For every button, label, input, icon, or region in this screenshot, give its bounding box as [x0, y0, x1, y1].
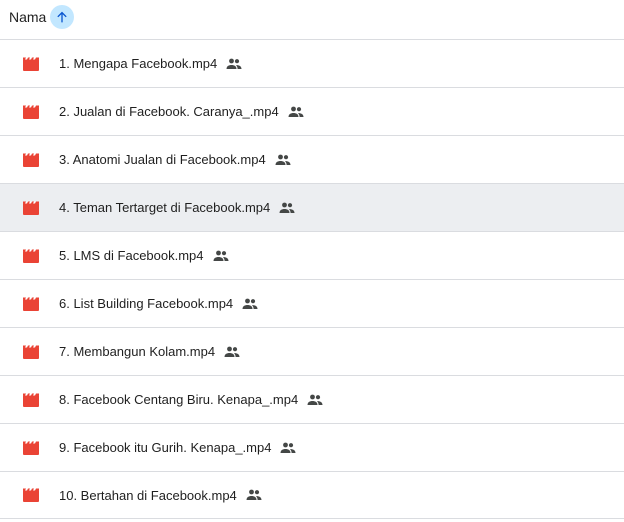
video-file-icon	[22, 296, 40, 312]
file-row[interactable]: 7. Membangun Kolam.mp4	[0, 327, 624, 375]
file-name: 6. List Building Facebook.mp4	[59, 296, 234, 311]
shared-people-icon	[224, 346, 240, 358]
shared-people-icon	[275, 154, 291, 166]
file-row[interactable]: 2. Jualan di Facebook. Caranya_.mp4	[0, 87, 624, 135]
file-name: 4. Teman Tertarget di Facebook.mp4	[59, 200, 271, 215]
name-column-label[interactable]: Nama	[9, 9, 46, 25]
shared-people-icon	[279, 202, 295, 214]
file-row[interactable]: 6. List Building Facebook.mp4	[0, 279, 624, 327]
video-file-icon	[22, 248, 40, 264]
video-file-icon	[22, 200, 40, 216]
video-file-icon	[22, 152, 40, 168]
file-name: 8. Facebook Centang Biru. Kenapa_.mp4	[59, 392, 299, 407]
shared-people-icon	[307, 394, 323, 406]
file-row[interactable]: 3. Anatomi Jualan di Facebook.mp4	[0, 135, 624, 183]
file-name: 5. LMS di Facebook.mp4	[59, 248, 204, 263]
video-file-icon	[22, 344, 40, 360]
video-file-icon	[22, 392, 40, 408]
file-row[interactable]: 4. Teman Tertarget di Facebook.mp4	[0, 183, 624, 231]
column-header: Nama	[0, 0, 624, 34]
shared-people-icon	[213, 250, 229, 262]
shared-people-icon	[226, 58, 242, 70]
file-name: 7. Membangun Kolam.mp4	[59, 344, 216, 359]
shared-people-icon	[242, 298, 258, 310]
file-name: 10. Bertahan di Facebook.mp4	[59, 487, 237, 503]
video-file-icon	[22, 440, 40, 456]
file-row[interactable]: 9. Facebook itu Gurih. Kenapa_.mp4	[0, 423, 624, 471]
file-row[interactable]: 10. Bertahan di Facebook.mp4	[0, 471, 624, 519]
file-name: 2. Jualan di Facebook. Caranya_.mp4	[59, 104, 279, 119]
file-name: 9. Facebook itu Gurih. Kenapa_.mp4	[59, 440, 272, 455]
file-name: 1. Mengapa Facebook.mp4	[59, 56, 218, 71]
file-row[interactable]: 5. LMS di Facebook.mp4	[0, 231, 624, 279]
file-list: 1. Mengapa Facebook.mp4 2. Jualan di Fac…	[0, 39, 624, 519]
file-name: 3. Anatomi Jualan di Facebook.mp4	[59, 152, 266, 167]
shared-people-icon	[246, 489, 262, 501]
video-file-icon	[22, 487, 40, 503]
sort-ascending-button[interactable]	[50, 5, 75, 29]
file-row[interactable]: 8. Facebook Centang Biru. Kenapa_.mp4	[0, 375, 624, 423]
shared-people-icon	[280, 442, 296, 454]
video-file-icon	[22, 56, 40, 72]
video-file-icon	[22, 104, 40, 120]
file-row[interactable]: 1. Mengapa Facebook.mp4	[0, 39, 624, 87]
shared-people-icon	[288, 106, 304, 118]
arrow-up-icon	[57, 11, 68, 23]
